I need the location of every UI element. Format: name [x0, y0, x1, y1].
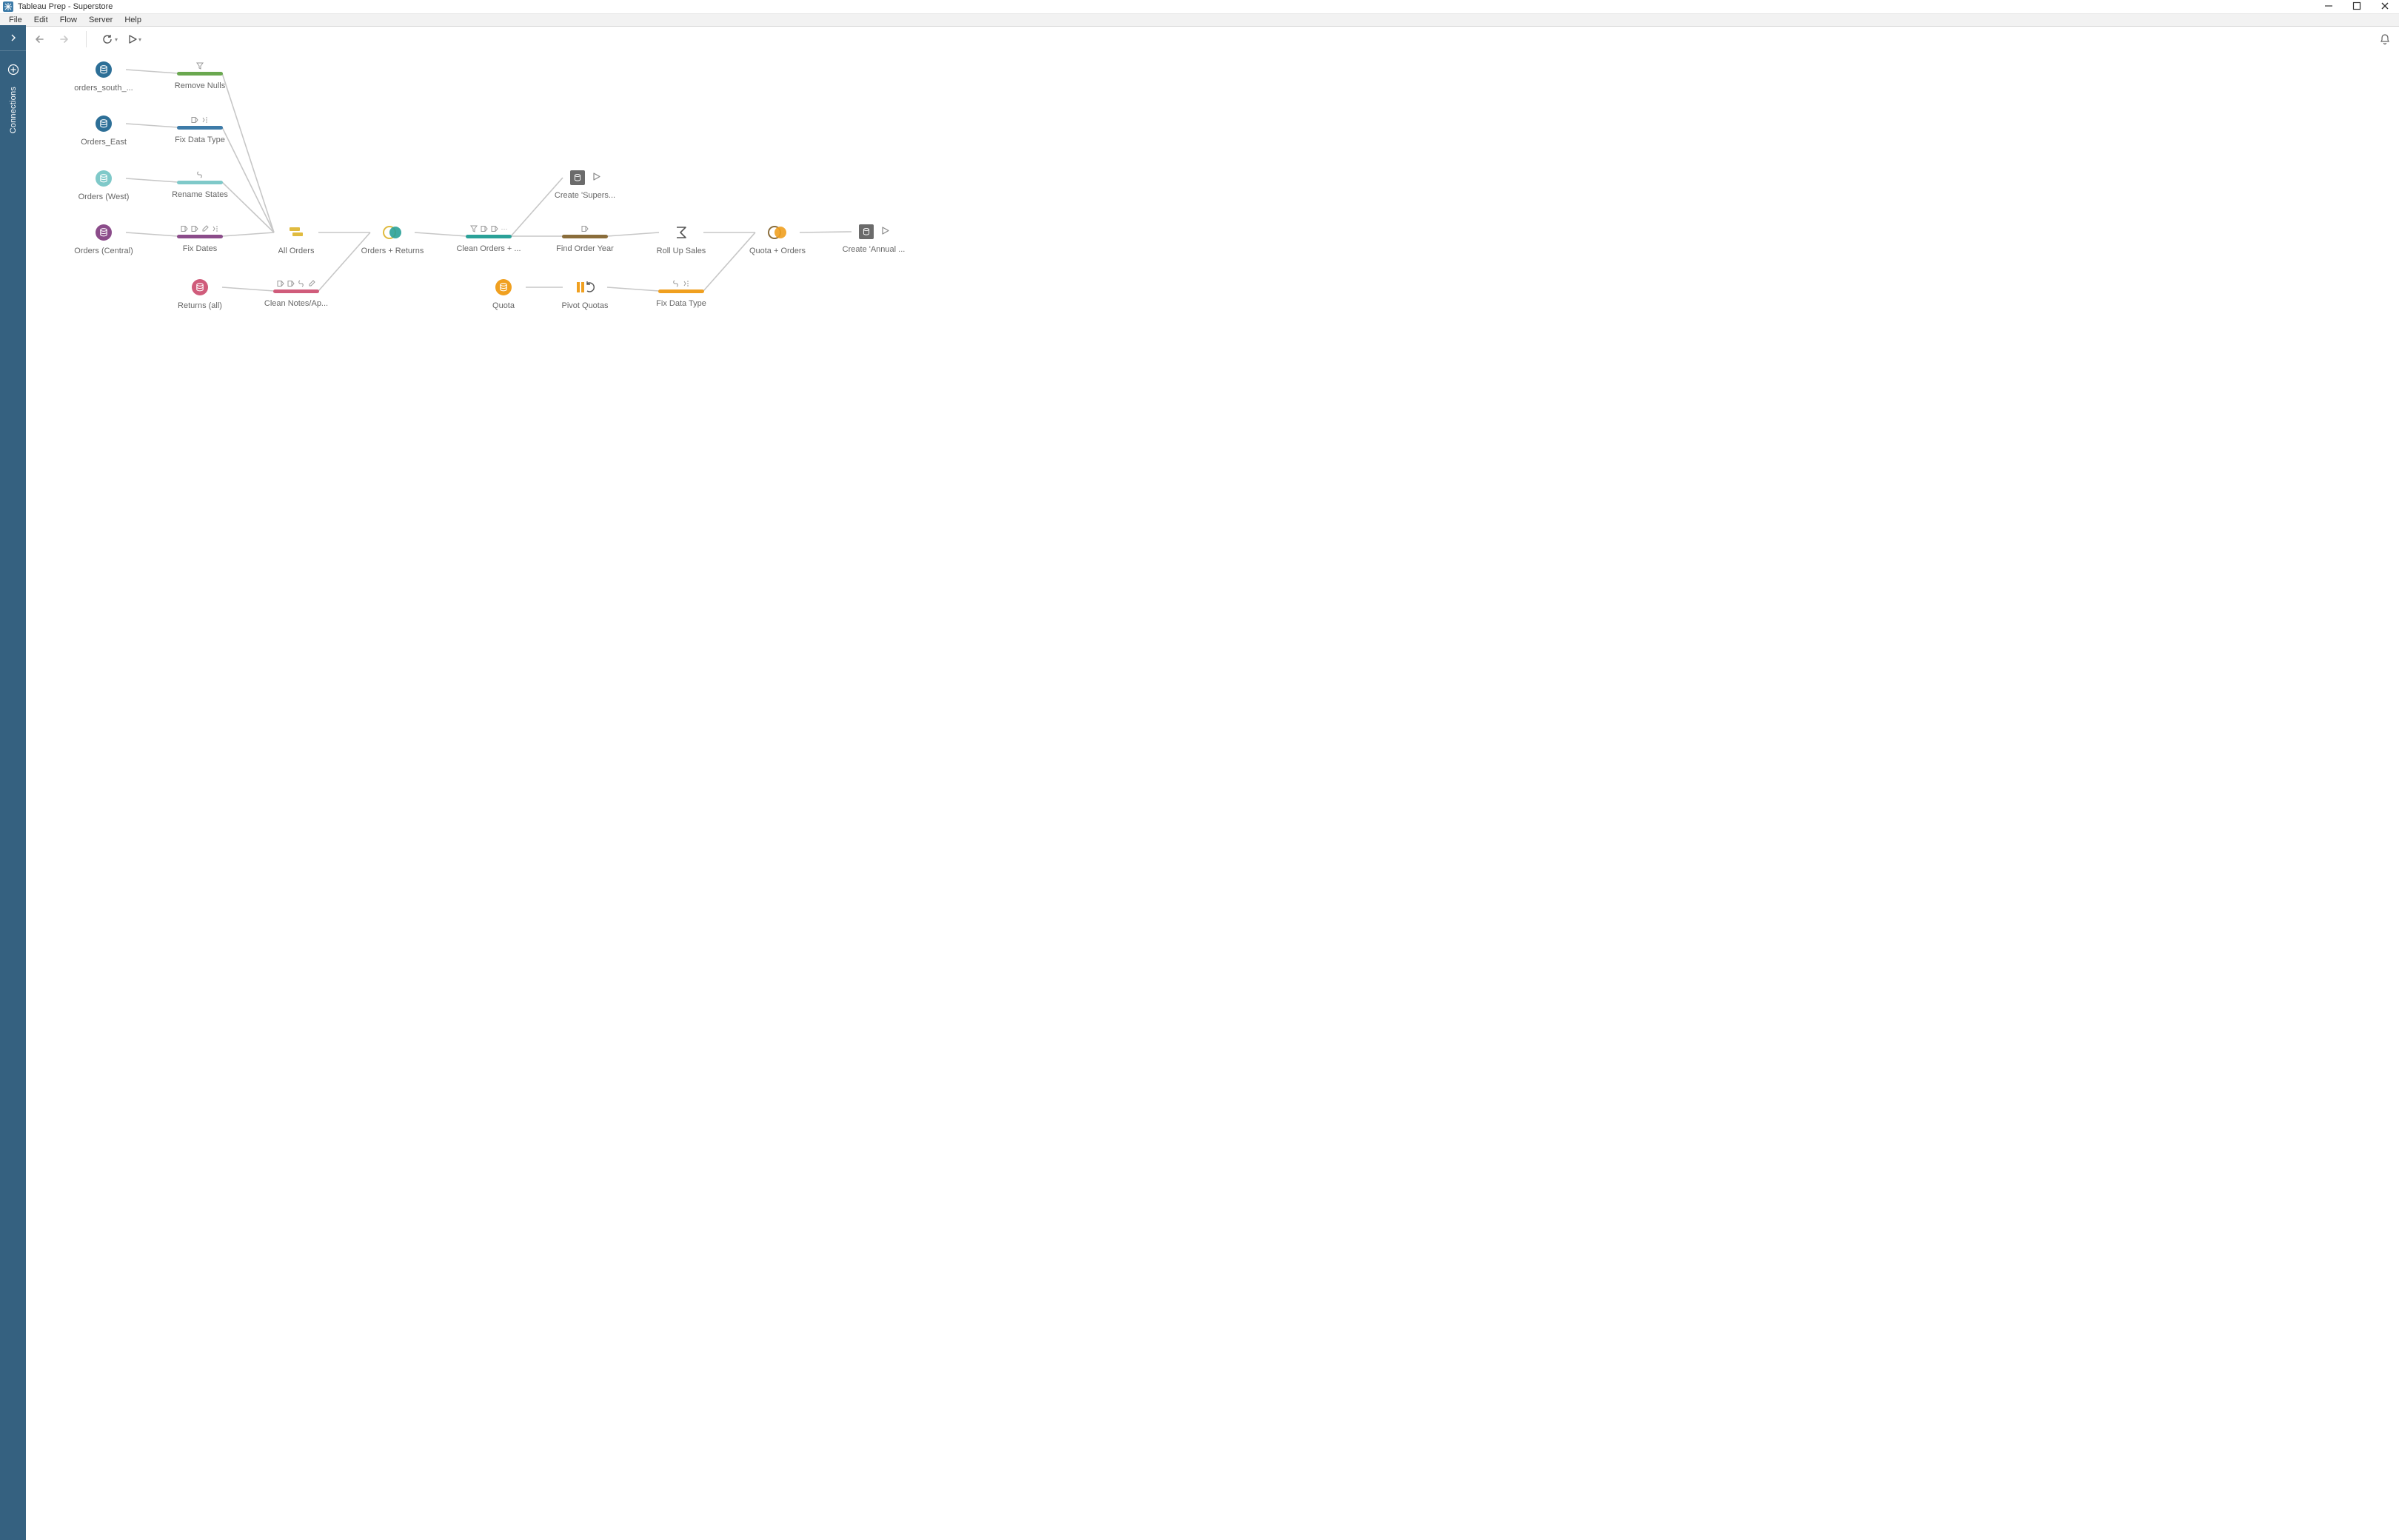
- output-icon: [859, 224, 874, 239]
- run-flow-button[interactable]: ▾: [127, 31, 143, 47]
- flow-node-cl_year[interactable]: Find Order Year: [552, 224, 618, 253]
- flow-node-cl_orders[interactable]: ⋯ Clean Orders + ...: [455, 224, 522, 253]
- flow-node-cl_type[interactable]: Fix Data Type: [167, 116, 233, 144]
- flow-node-label: Find Order Year: [556, 244, 614, 253]
- flow-node-label: orders_south_...: [74, 84, 133, 93]
- window-controls: [2323, 1, 2396, 13]
- menu-file[interactable]: File: [3, 16, 28, 24]
- minimize-button[interactable]: [2323, 1, 2334, 13]
- flow-node-label: Create 'Supers...: [555, 191, 615, 200]
- app-body: Connections orders_south_... Orders_East…: [0, 50, 2399, 1540]
- flow-edges: [26, 50, 2399, 1540]
- flow-node-in_south[interactable]: orders_south_...: [70, 61, 137, 93]
- flow-node-label: Clean Orders + ...: [456, 244, 521, 253]
- run-output-button[interactable]: [881, 227, 889, 237]
- expand-sidebar-button[interactable]: [0, 25, 26, 51]
- flow-node-label: Fix Dates: [183, 244, 217, 253]
- flow-node-label: Orders_East: [81, 138, 127, 147]
- flow-node-label: Remove Nulls: [175, 81, 225, 90]
- output-icon: [570, 170, 585, 185]
- flow-node-pivot[interactable]: Pivot Quotas: [552, 279, 618, 310]
- app-icon: [3, 1, 13, 12]
- flow-node-label: Pivot Quotas: [562, 301, 609, 310]
- menubar: File Edit Flow Server Help: [0, 14, 2399, 27]
- flow-node-cl_fixtype[interactable]: Fix Data Type: [648, 279, 715, 308]
- flow-node-label: All Orders: [278, 247, 315, 255]
- add-connection-button[interactable]: [0, 58, 26, 81]
- flow-node-union[interactable]: All Orders: [263, 224, 329, 255]
- connections-sidebar: Connections: [0, 50, 26, 1540]
- flow-node-agg[interactable]: Roll Up Sales: [648, 224, 715, 255]
- redo-button[interactable]: [56, 31, 73, 47]
- flow-node-cl_dates[interactable]: Fix Dates: [167, 224, 233, 253]
- window-title: Tableau Prep - Superstore: [18, 2, 113, 11]
- maximize-button[interactable]: [2352, 1, 2362, 13]
- flow-node-label: Fix Data Type: [656, 299, 706, 308]
- flow-node-label: Returns (all): [178, 301, 222, 310]
- sidebar-label: Connections: [9, 87, 18, 133]
- clean-step-badges: [581, 224, 589, 233]
- close-button[interactable]: [2380, 1, 2390, 13]
- toolbar: ▾ ▾: [0, 27, 2399, 53]
- flow-node-in_returns[interactable]: Returns (all): [167, 279, 233, 310]
- flow-node-cl_notes[interactable]: Clean Notes/Ap...: [263, 279, 329, 308]
- chevron-down-icon: ▾: [115, 36, 118, 43]
- menu-help[interactable]: Help: [118, 16, 147, 24]
- flow-node-in_central[interactable]: Orders (Central): [70, 224, 137, 255]
- flow-node-cl_states[interactable]: Rename States: [167, 170, 233, 199]
- titlebar: Tableau Prep - Superstore: [0, 0, 2399, 14]
- flow-node-join2[interactable]: Quota + Orders: [744, 224, 811, 255]
- flow-node-label: Quota: [492, 301, 515, 310]
- flow-node-label: Orders (West): [78, 192, 130, 201]
- clean-step-badges: [277, 279, 315, 288]
- flow-node-label: Quota + Orders: [749, 247, 806, 255]
- flow-node-out_super[interactable]: Create 'Supers...: [552, 170, 618, 200]
- flow-node-label: Fix Data Type: [175, 135, 225, 144]
- flow-node-label: Create 'Annual ...: [843, 245, 906, 254]
- clean-step-badges: ⋯: [470, 224, 508, 233]
- flow-node-in_west[interactable]: Orders (West): [70, 170, 137, 201]
- flow-node-label: Orders (Central): [74, 247, 133, 255]
- flow-node-label: Rename States: [172, 190, 228, 199]
- clean-step-badges: [196, 61, 204, 70]
- run-output-button[interactable]: [592, 173, 600, 183]
- notifications-button[interactable]: [2377, 31, 2393, 47]
- flow-canvas[interactable]: orders_south_... Orders_East Orders (Wes…: [26, 50, 2399, 1540]
- clean-step-badges: [181, 224, 219, 233]
- menu-edit[interactable]: Edit: [28, 16, 54, 24]
- flow-node-label: Clean Notes/Ap...: [264, 299, 328, 308]
- toolbar-divider: [86, 31, 87, 47]
- chevron-down-icon: ▾: [138, 36, 141, 43]
- flow-node-cl_nulls[interactable]: Remove Nulls: [167, 61, 233, 90]
- refresh-button[interactable]: ▾: [100, 31, 119, 47]
- clean-step-badges: [196, 170, 204, 179]
- menu-server[interactable]: Server: [83, 16, 118, 24]
- flow-node-label: Roll Up Sales: [657, 247, 706, 255]
- clean-step-badges: [672, 279, 690, 288]
- menu-flow[interactable]: Flow: [54, 16, 83, 24]
- flow-node-out_annual[interactable]: Create 'Annual ...: [840, 224, 907, 254]
- flow-node-label: Orders + Returns: [361, 247, 424, 255]
- undo-button[interactable]: [33, 31, 49, 47]
- flow-node-join1[interactable]: Orders + Returns: [359, 224, 426, 255]
- flow-node-in_east[interactable]: Orders_East: [70, 116, 137, 147]
- clean-step-badges: [191, 116, 209, 124]
- flow-node-in_quota[interactable]: Quota: [470, 279, 537, 310]
